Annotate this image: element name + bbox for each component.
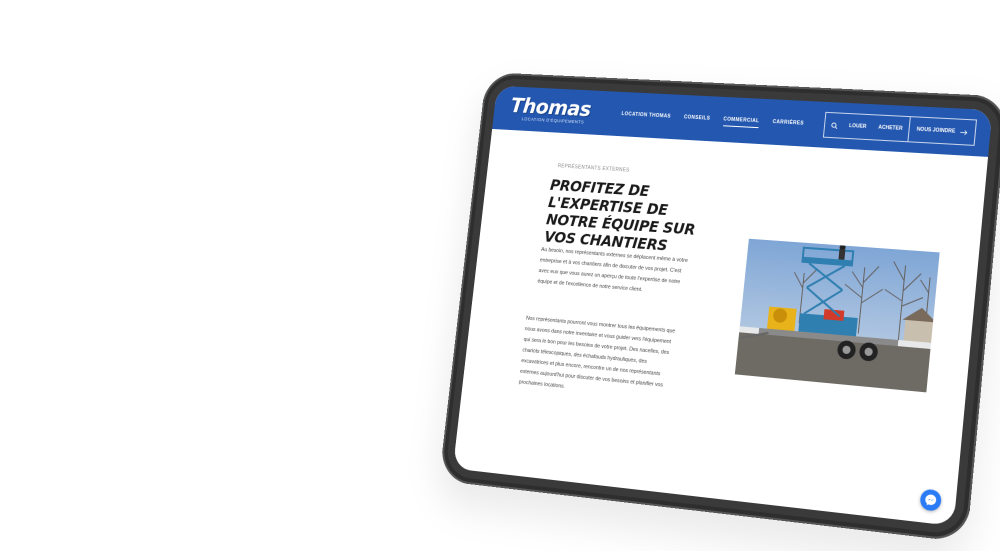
arrow-right-icon xyxy=(960,129,968,134)
buy-button[interactable]: ACHETER xyxy=(871,115,910,141)
site-header: Thomas LOCATION D'ÉQUIPEMENTS LOCATION T… xyxy=(492,85,993,157)
nav-carrieres[interactable]: CARRIÈRES xyxy=(772,116,804,129)
nav-commercial[interactable]: COMMERCIAL xyxy=(722,113,760,128)
nav-conseils[interactable]: CONSEILS xyxy=(683,112,711,125)
messenger-icon xyxy=(924,494,937,507)
rent-button[interactable]: LOUER xyxy=(842,114,874,139)
section-eyebrow: REPRÉSENTANTS EXTERNES xyxy=(557,163,630,174)
tablet-screen: Thomas LOCATION D'ÉQUIPEMENTS LOCATION T… xyxy=(452,85,993,527)
thomas-logo[interactable]: Thomas LOCATION D'ÉQUIPEMENTS xyxy=(509,94,593,125)
tablet-device: Thomas LOCATION D'ÉQUIPEMENTS LOCATION T… xyxy=(438,72,1000,543)
main-nav: LOCATION THOMAS CONSEILS COMMERCIAL CARR… xyxy=(621,108,805,130)
page-headline: PROFITEZ DE L'EXPERTISE DE NOTRE ÉQUIPE … xyxy=(543,176,697,255)
contact-us-label: NOUS JOINDRE xyxy=(916,126,956,135)
contact-us-button[interactable]: NOUS JOINDRE xyxy=(907,117,976,145)
nav-location-thomas[interactable]: LOCATION THOMAS xyxy=(621,108,672,122)
mockup-stage: Thomas LOCATION D'ÉQUIPEMENTS LOCATION T… xyxy=(0,0,1000,551)
scissor-lift-photo xyxy=(734,238,940,393)
details-paragraph: Nos représentants pourront vous montrer … xyxy=(518,315,676,390)
scissor-lift-illustration xyxy=(734,238,940,393)
messenger-chat-button[interactable] xyxy=(919,488,943,512)
search-icon xyxy=(830,122,838,129)
header-actions: LOUER ACHETER NOUS JOINDRE xyxy=(823,111,978,146)
